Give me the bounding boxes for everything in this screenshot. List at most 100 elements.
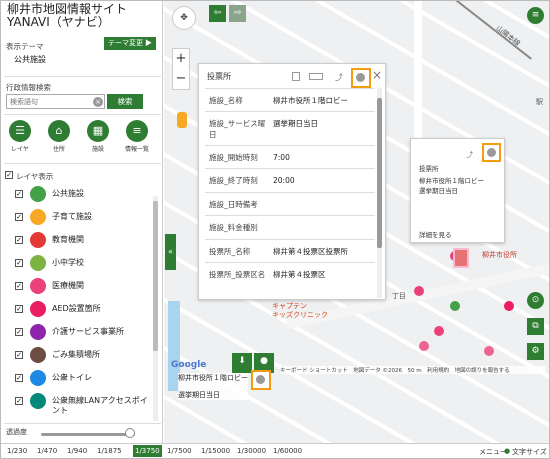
highlighted-share-icon[interactable] (251, 370, 271, 390)
scale-option[interactable]: 1/1875 (97, 447, 122, 455)
font-size-icon[interactable]: ● (504, 447, 510, 455)
layers-switch-icon[interactable]: ⧉ (527, 318, 544, 335)
scale-option[interactable]: 1/470 (37, 447, 57, 455)
mini-popup-day: 選挙期日当日 (419, 187, 458, 195)
popup-row: 投票所_投票区名 柳井第４投票区 (205, 262, 375, 296)
layer-item[interactable]: ✓ 介護サービス事業所 (15, 322, 155, 342)
table-icon[interactable] (309, 73, 323, 80)
zoom-out-button[interactable]: − (173, 69, 189, 89)
row-key: 施設_名称 (209, 96, 243, 105)
route-icon[interactable]: ⤴ (466, 150, 473, 160)
print-icon[interactable] (292, 72, 300, 81)
layer-label: 公共施設 (52, 189, 84, 198)
layer-item[interactable]: ✓ 小中学校 (15, 253, 155, 273)
scale-option[interactable]: 1/15000 (201, 447, 230, 455)
popup-scrollbar[interactable] (377, 88, 382, 298)
layer-item[interactable]: ✓ 子育て施設 (15, 207, 155, 227)
tool-address[interactable]: ⌂ 住所 (43, 120, 75, 153)
row-key: 施設_開始時刻 (209, 153, 258, 162)
layer-item[interactable]: ✓ ごみ集積場所 (15, 345, 155, 365)
map-marker[interactable] (414, 286, 424, 296)
compass-icon[interactable]: ✥ (172, 6, 196, 30)
layer-item[interactable]: ✓ 医療機関 (15, 276, 155, 296)
forward-icon[interactable]: ⇨ (229, 5, 246, 22)
layer-label: 子育て施設 (52, 212, 92, 221)
settings-icon[interactable]: ⚙ (527, 343, 544, 360)
layer-checkbox[interactable]: ✓ (15, 259, 23, 267)
layer-scrollbar[interactable] (153, 196, 158, 421)
search-input[interactable] (6, 94, 105, 109)
opacity-slider-knob[interactable] (125, 428, 136, 438)
scale-option[interactable]: 1/60000 (273, 447, 302, 455)
opacity-slider[interactable] (41, 433, 135, 436)
scale-option[interactable]: 1/3750 (133, 445, 162, 457)
layer-icon (30, 255, 46, 271)
row-value: 柳井市役所１階ロビー (273, 96, 348, 105)
scale-option[interactable]: 1/30000 (237, 447, 266, 455)
zoom-in-button[interactable]: + (173, 49, 189, 69)
city-hall-label: 柳井市役所 (482, 251, 517, 259)
map-marker[interactable] (504, 301, 514, 311)
tool-label: 情報一覧 (124, 146, 149, 153)
layer-checkbox[interactable]: ✓ (15, 328, 23, 336)
scale-option[interactable]: 1/230 (7, 447, 27, 455)
layer-checkbox[interactable]: ✓ (15, 282, 23, 290)
locate-icon[interactable]: ⊙ (527, 292, 544, 309)
layer-item[interactable]: ✓ 教育機関 (15, 230, 155, 250)
highlighted-share-icon[interactable] (351, 68, 371, 88)
pin-tool-icon[interactable]: ⬇ (232, 353, 252, 373)
layer-item[interactable]: ✓ 公共施設 (15, 184, 155, 204)
menu-link[interactable]: メニュー (479, 447, 507, 457)
layer-checkbox[interactable]: ✓ (15, 236, 23, 244)
city-hall-marker[interactable] (453, 248, 469, 268)
theme-change-button[interactable]: テーマ変更 ▶ (104, 37, 156, 50)
tooltip-line1: 柳井市役所１階ロビー (178, 374, 248, 382)
map-marker[interactable] (484, 346, 494, 356)
row-value: 7:00 (273, 153, 290, 162)
tool-layers[interactable]: ☰ レイヤ (4, 120, 36, 153)
font-size-link[interactable]: 文字サイズ (512, 447, 547, 457)
back-icon[interactable]: ⇦ (209, 5, 226, 22)
tool-facility[interactable]: ▦ 施設 (82, 120, 114, 153)
layer-label: 医療機関 (52, 281, 84, 290)
map-marker[interactable] (434, 326, 444, 336)
layer-icon (30, 370, 46, 386)
row-value: 20:00 (273, 176, 295, 185)
layer-icon (30, 278, 46, 294)
scale-option[interactable]: 1/7500 (167, 447, 192, 455)
menu-icon[interactable]: ≡ (527, 7, 544, 24)
map-marker[interactable] (450, 301, 460, 311)
layer-checkbox[interactable]: ✓ (15, 190, 23, 198)
tool-info-list[interactable]: ≡ 情報一覧 (121, 120, 153, 153)
layer-item[interactable]: ✓ 公衆無線LANアクセスポイント (15, 391, 155, 415)
layer-checkbox[interactable]: ✓ (15, 305, 23, 313)
clear-icon[interactable]: × (93, 97, 103, 107)
layer-checkbox[interactable]: ✓ (15, 397, 23, 405)
layer-label: ごみ集積場所 (52, 350, 100, 359)
layer-display-label: レイヤ表示 (16, 172, 54, 181)
collapse-sidebar-icon[interactable]: « (165, 234, 176, 270)
row-key: 施設_サービス曜日 (209, 119, 266, 139)
clinic-label-2: キッズクリニック (272, 311, 328, 319)
layer-checkbox[interactable]: ✓ (15, 351, 23, 359)
row-key: 施設_終了時刻 (209, 176, 258, 185)
map-marker[interactable] (419, 341, 429, 351)
close-icon[interactable]: × (372, 68, 382, 82)
layer-icon (30, 209, 46, 225)
search-button[interactable]: 検索 (107, 94, 143, 109)
layers-icon: ☰ (9, 120, 31, 142)
layer-item[interactable]: ✓ 公衆トイレ (15, 368, 155, 388)
layer-label: AED設置箇所 (52, 304, 101, 313)
layer-item[interactable]: ✓ AED設置箇所 (15, 299, 155, 319)
divider (4, 423, 161, 424)
layer-label: 公衆無線LANアクセスポイント (52, 396, 148, 415)
layer-display-checkbox[interactable]: ✓ (5, 171, 13, 179)
highlighted-share-icon[interactable] (482, 143, 501, 162)
layer-checkbox[interactable]: ✓ (15, 213, 23, 221)
layer-checkbox[interactable]: ✓ (15, 374, 23, 382)
route-icon[interactable]: ⤴ (335, 72, 343, 83)
details-link[interactable]: 詳細を見る (419, 231, 452, 239)
sidebar: 柳井市地図情報サイト YANAVI（ヤナビ） 表示テーマ テーマ変更 ▶ 公共施… (1, 1, 163, 443)
pegman-icon[interactable] (177, 112, 187, 128)
scale-option[interactable]: 1/940 (67, 447, 87, 455)
